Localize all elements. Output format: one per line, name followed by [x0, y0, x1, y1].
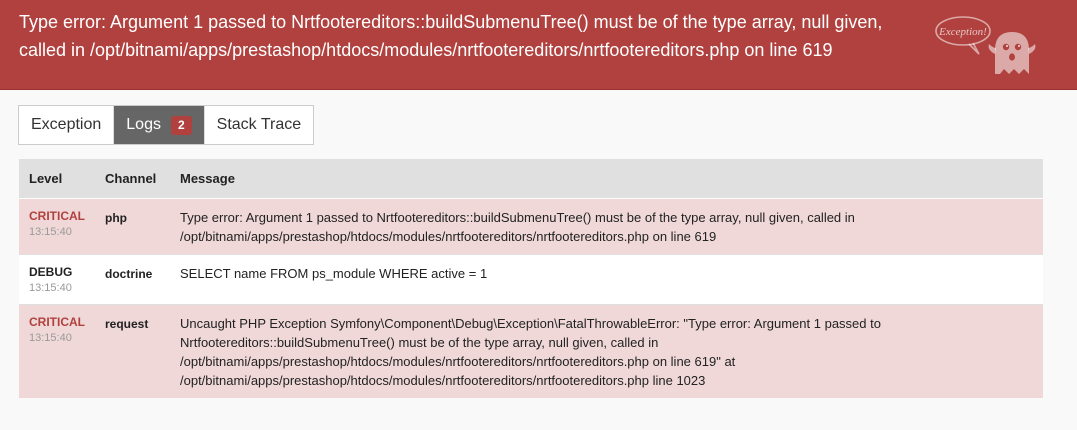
log-channel-cell: doctrine	[95, 254, 170, 305]
tab-bar: Exception Logs 2 Stack Trace	[18, 105, 315, 145]
log-time: 13:15:40	[29, 282, 72, 294]
column-header-level: Level	[19, 159, 95, 199]
log-channel-cell: request	[95, 304, 170, 398]
log-message: Uncaught PHP Exception Symfony\Component…	[170, 304, 1043, 398]
log-level: DEBUG	[29, 265, 73, 279]
ghost-bubble-text: Exception!	[938, 26, 987, 38]
column-header-message: Message	[170, 159, 1043, 199]
log-message: Type error: Argument 1 passed to Nrtfoot…	[170, 198, 1043, 255]
column-header-channel: Channel	[95, 159, 170, 199]
tab-exception-label: Exception	[31, 116, 102, 133]
log-level: CRITICAL	[29, 315, 85, 329]
log-level-cell: DEBUG 13:15:40	[19, 254, 95, 305]
log-message: SELECT name FROM ps_module WHERE active …	[170, 254, 1043, 305]
log-row: CRITICAL 13:15:40 php Type error: Argume…	[19, 198, 1043, 255]
log-channel: doctrine	[105, 267, 153, 281]
log-channel: request	[105, 317, 149, 331]
tab-exception[interactable]: Exception	[19, 106, 113, 144]
exception-message: Type error: Argument 1 passed to Nrtfoot…	[19, 12, 883, 60]
tab-logs-label: Logs	[126, 116, 161, 133]
log-time: 13:15:40	[29, 332, 72, 344]
log-channel: php	[105, 211, 127, 225]
log-time: 13:15:40	[29, 226, 72, 238]
log-level: CRITICAL	[29, 209, 85, 223]
logs-table: Level Channel Message CRITICAL 13:15:40 …	[19, 159, 1043, 398]
log-row: DEBUG 13:15:40 doctrine SELECT name FROM…	[19, 254, 1043, 305]
exception-header: Type error: Argument 1 passed to Nrtfoot…	[0, 0, 1077, 90]
logs-count-badge: 2	[170, 115, 192, 135]
tab-stack-trace[interactable]: Stack Trace	[203, 106, 313, 144]
log-level-cell: CRITICAL 13:15:40	[19, 304, 95, 398]
ghost-icon: Exception!	[935, 16, 1036, 74]
log-channel-cell: php	[95, 198, 170, 255]
log-level-cell: CRITICAL 13:15:40	[19, 198, 95, 255]
log-row: CRITICAL 13:15:40 request Uncaught PHP E…	[19, 304, 1043, 398]
tab-stack-trace-label: Stack Trace	[216, 116, 302, 133]
logs-table-header: Level Channel Message	[19, 159, 1043, 199]
tab-logs[interactable]: Logs 2	[113, 106, 204, 144]
